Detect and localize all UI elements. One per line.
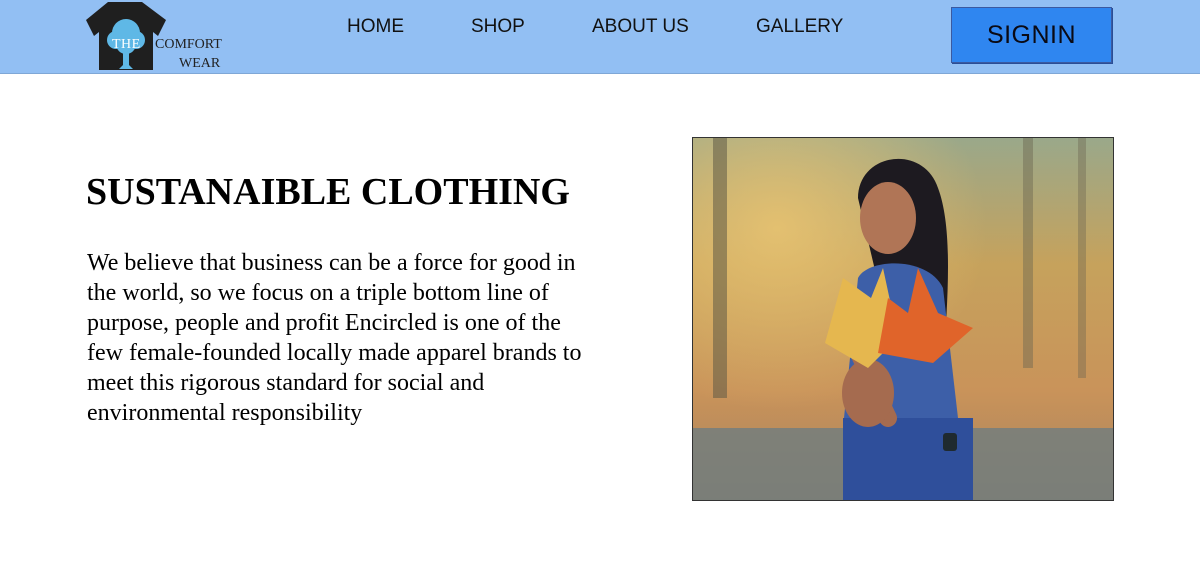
page-heading: SUSTANAIBLE CLOTHING <box>86 171 570 213</box>
signin-button[interactable]: SIGNIN <box>951 7 1112 63</box>
logo-text-comfort: COMFORT <box>155 37 222 52</box>
nav-home-link[interactable]: HOME <box>347 16 404 38</box>
woman-holding-autumn-leaf-image <box>693 138 1113 500</box>
nav-shop-link[interactable]: SHOP <box>471 16 525 38</box>
nav-about-us-link[interactable]: ABOUT US <box>592 16 689 38</box>
intro-paragraph: We believe that business can be a force … <box>87 250 582 426</box>
logo-text-the: THE <box>112 37 141 52</box>
top-navbar: THE COMFORT WEAR HOME SHOP ABOUT US GALL… <box>0 0 1200 74</box>
nav-gallery-link[interactable]: GALLERY <box>756 16 843 38</box>
logo-text-wear: WEAR <box>179 56 221 71</box>
hero-photo <box>692 137 1114 501</box>
brand-logo[interactable]: THE COMFORT WEAR <box>86 0 236 73</box>
